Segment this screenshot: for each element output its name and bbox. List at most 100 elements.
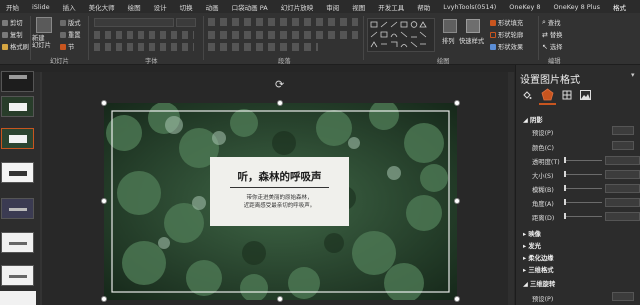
rotate-handle-icon[interactable]: ⟳ [275, 78, 284, 91]
select-button[interactable]: ↖ 选择 [542, 42, 562, 52]
shadow-preset-dropdown[interactable] [612, 126, 634, 135]
transparency-slider-thumb[interactable] [564, 157, 566, 163]
size-spinner[interactable] [605, 170, 640, 179]
menu-item[interactable]: 格式 [613, 2, 626, 12]
quick-styles-button[interactable]: 快速样式 [459, 36, 484, 45]
section-soft-edges[interactable]: ▸ 柔化边缘 [523, 253, 554, 262]
section-glow[interactable]: ▸ 发光 [523, 241, 541, 250]
resize-handle[interactable] [101, 198, 107, 204]
section-icon [60, 43, 66, 50]
slide-subtitle-line1: 带你走进美丽的原始森林， [246, 195, 313, 201]
slide-thumbnail[interactable] [0, 291, 36, 305]
reset-button[interactable]: 重置 [60, 30, 81, 39]
section-shadow[interactable]: ◢ 阴影 [523, 115, 543, 124]
font-family-select[interactable] [94, 18, 174, 27]
font-format-buttons[interactable] [94, 31, 194, 39]
menu-item[interactable]: 切换 [180, 2, 193, 12]
divider [88, 16, 89, 60]
resize-handle[interactable] [454, 198, 460, 204]
angle-slider-thumb[interactable] [564, 199, 566, 205]
menu-item[interactable]: 审阅 [326, 2, 339, 12]
slide-thumbnail[interactable] [1, 265, 34, 286]
find-button[interactable]: ⌕ 查找 [542, 18, 561, 27]
resize-handle[interactable] [454, 296, 460, 302]
copy-button[interactable]: 复制 [2, 30, 23, 39]
shape-outline-button[interactable]: 形状轮廓 [490, 30, 523, 39]
shape-fill-button[interactable]: 形状填充 [490, 18, 523, 27]
fill-line-tab[interactable] [522, 90, 532, 100]
quick-styles-icon[interactable] [466, 19, 480, 33]
replace-button[interactable]: ⇄ 替换 [542, 30, 562, 40]
format-painter-button[interactable]: 格式刷 [2, 42, 29, 51]
menu-item[interactable]: 设计 [154, 2, 167, 12]
slide-thumbnail[interactable] [1, 198, 34, 219]
title-card[interactable]: 听，森林的呼吸声 带你走进美丽的原始森林， 近距离感受最亲切的呼吸声。 [210, 157, 349, 226]
resize-handle[interactable] [277, 296, 283, 302]
menu-item[interactable]: 动画 [206, 2, 219, 12]
distance-slider-track[interactable] [566, 216, 602, 217]
paragraph-spacing-buttons[interactable] [208, 43, 318, 51]
new-slide-button[interactable]: 新建 幻灯片 [32, 35, 51, 49]
arrange-icon[interactable] [443, 19, 457, 33]
transparency-slider-track[interactable] [566, 160, 602, 161]
blur-slider-thumb[interactable] [564, 185, 566, 191]
layout-button[interactable]: 版式 [60, 18, 81, 27]
angle-slider-track[interactable] [566, 202, 602, 203]
slide-thumbnail-selected[interactable] [1, 128, 34, 149]
font-color-buttons[interactable] [94, 43, 194, 51]
effects-tab[interactable] [541, 88, 554, 101]
canvas-scrollbar[interactable] [508, 72, 514, 305]
resize-handle[interactable] [101, 100, 107, 106]
angle-spinner[interactable] [605, 198, 640, 207]
section-reflection[interactable]: ▸ 映像 [523, 229, 541, 238]
size-properties-tab[interactable] [562, 90, 572, 100]
picture-tab[interactable] [580, 90, 591, 100]
transparency-spinner[interactable] [605, 156, 640, 165]
menu-item[interactable]: iSlide [32, 3, 50, 11]
paragraph-list-buttons[interactable] [208, 18, 358, 26]
menu-item[interactable]: 视图 [352, 2, 365, 12]
shape-effects-button[interactable]: 形状效果 [490, 42, 523, 51]
section-3d-format[interactable]: ▸ 三维格式 [523, 265, 554, 274]
slide-thumbnail[interactable] [1, 71, 34, 92]
shapes-gallery[interactable] [367, 18, 435, 52]
rotation-preset-dropdown[interactable] [612, 292, 634, 301]
menu-item[interactable]: LvyhTools(0514) [443, 3, 496, 11]
arrange-button[interactable]: 排列 [442, 36, 455, 45]
size-slider-thumb[interactable] [564, 171, 566, 177]
distance-slider-thumb[interactable] [564, 213, 566, 219]
picture-icon [580, 90, 591, 100]
menu-item[interactable]: OneKey 8 [509, 3, 540, 11]
paragraph-align-buttons[interactable] [208, 31, 358, 39]
slide-thumbnail[interactable] [1, 162, 34, 183]
pane-title: 设置图片格式 [520, 75, 580, 86]
menu-item[interactable]: 开发工具 [378, 2, 404, 12]
menu-item[interactable]: 绘图 [128, 2, 141, 12]
new-slide-icon[interactable] [36, 17, 52, 33]
menu-item[interactable]: 帮助 [417, 2, 430, 12]
slide-thumbnail[interactable] [1, 232, 34, 253]
cut-button[interactable]: 剪切 [2, 18, 23, 27]
shadow-color-picker[interactable] [612, 141, 634, 150]
resize-handle[interactable] [101, 296, 107, 302]
resize-handle[interactable] [454, 100, 460, 106]
pane-menu-icon[interactable]: ▾ [631, 71, 635, 79]
caret-down-icon: ◢ [523, 281, 531, 288]
menu-item[interactable]: 插入 [63, 2, 76, 12]
pen-icon [490, 31, 496, 38]
section-3d-rotation[interactable]: ◢ 三维旋转 [523, 279, 555, 288]
menu-item[interactable]: 口袋动画 PA [232, 2, 268, 12]
menu-item[interactable]: OneKey 8 Plus [554, 3, 601, 11]
section-button[interactable]: 节 [60, 42, 74, 51]
slide-thumbnail[interactable] [1, 96, 34, 117]
font-size-select[interactable] [176, 18, 196, 27]
menu-item[interactable]: 开始 [6, 2, 19, 12]
size-slider-track[interactable] [566, 174, 602, 175]
distance-spinner[interactable] [605, 212, 640, 221]
resize-handle[interactable] [277, 100, 283, 106]
menu-item[interactable]: 美化大师 [89, 2, 115, 12]
menu-item[interactable]: 幻灯片放映 [281, 2, 314, 12]
blur-slider-track[interactable] [566, 188, 602, 189]
blur-spinner[interactable] [605, 184, 640, 193]
paint-bucket-icon [490, 19, 496, 26]
